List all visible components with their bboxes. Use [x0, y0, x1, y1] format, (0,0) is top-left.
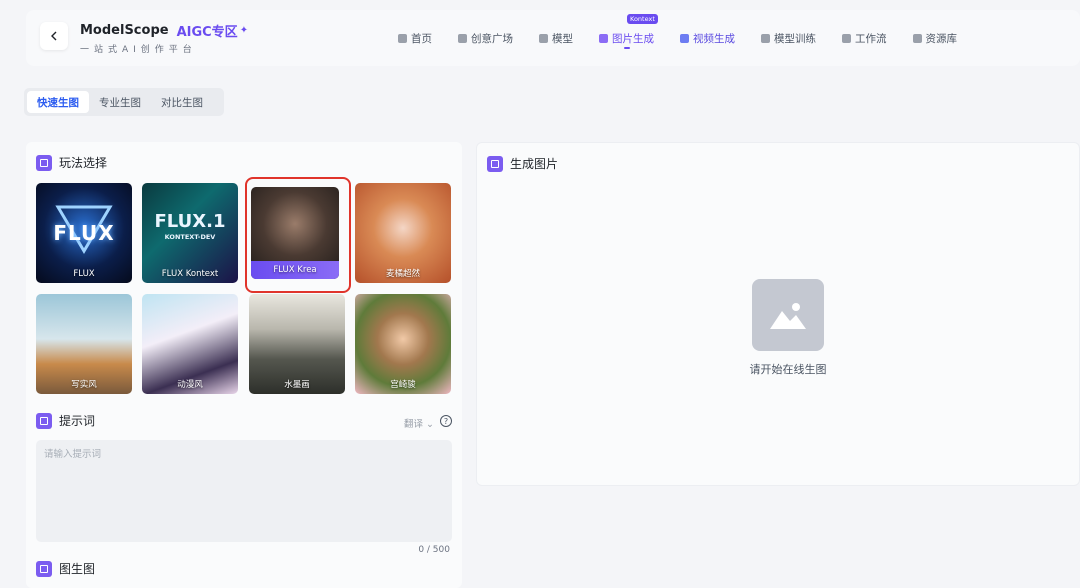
section-play-header: 玩法选择	[36, 154, 107, 171]
plaza-icon	[458, 33, 467, 43]
style-card-ink[interactable]: 水墨画	[249, 294, 345, 394]
cube-icon	[539, 33, 548, 43]
result-title: 生成图片	[510, 157, 559, 171]
brand-name: ModelScope	[80, 23, 169, 38]
nav-video-gen[interactable]: 视频生成	[680, 31, 735, 46]
section-prompt-header: 提示词	[36, 412, 95, 429]
style-card-anime[interactable]: 动漫风	[142, 294, 238, 394]
mode-tabs: 快速生图 专业生图 对比生图	[24, 88, 224, 116]
nav-image-gen[interactable]: Kontext 图片生成	[599, 13, 658, 49]
empty-state-text: 请开始在线生图	[749, 363, 827, 376]
top-header: ModelScope AIGC专区 ✦ 一站式AI创作平台 首页 创意广场 模型…	[26, 10, 1080, 66]
prompt-icon	[36, 412, 52, 429]
nav-plaza[interactable]: 创意广场	[458, 31, 513, 46]
section-play-title: 玩法选择	[59, 156, 108, 170]
home-icon	[398, 33, 407, 43]
tab-quick-gen[interactable]: 快速生图	[27, 91, 89, 113]
translate-dropdown[interactable]: 翻译 ⌄	[404, 416, 434, 430]
chevron-down-icon: ⌄	[426, 419, 434, 430]
card-label: 宫崎骏	[390, 380, 416, 390]
style-card-realistic[interactable]: 写实风	[36, 294, 132, 394]
card-label: FLUX Kontext	[161, 269, 219, 279]
tab-compare-gen[interactable]: 对比生图	[151, 91, 213, 113]
result-panel: 生成图片 请开始在线生图	[476, 142, 1080, 486]
training-icon	[761, 33, 770, 43]
video-gen-icon	[680, 33, 689, 43]
style-card-flux[interactable]: FLUX FLUX	[36, 183, 132, 283]
card-label: 写实风	[71, 380, 97, 390]
flux1-art-sub: KONTEXT-DEV	[164, 233, 216, 241]
help-icon[interactable]: ?	[440, 415, 452, 427]
kontext-badge: Kontext	[627, 13, 658, 24]
image-upload-icon	[36, 560, 52, 577]
prompt-input[interactable]	[36, 440, 452, 542]
workflow-icon	[842, 33, 851, 43]
image-icon	[487, 155, 503, 172]
image-gen-icon	[599, 33, 608, 43]
brand[interactable]: ModelScope AIGC专区 ✦ 一站式AI创作平台	[80, 21, 248, 55]
active-underline	[623, 46, 630, 49]
section-img2img-header: 图生图	[36, 560, 95, 577]
style-card-flux-krea[interactable]: FLUX Krea	[251, 187, 339, 279]
card-label: FLUX Krea	[273, 265, 317, 275]
nav-training[interactable]: 模型训练	[761, 31, 816, 46]
char-counter: 0 / 500	[418, 545, 450, 555]
flux-art-text: FLUX	[53, 221, 115, 245]
nav-library[interactable]: 资源库	[912, 31, 957, 46]
style-card-ghibli[interactable]: 宫崎骏	[355, 294, 451, 394]
empty-image-icon	[752, 279, 824, 351]
flux1-art-text: FLUX.1	[154, 211, 226, 232]
sparkle-icon: ✦	[239, 25, 249, 36]
nav-workflow[interactable]: 工作流	[842, 31, 887, 46]
card-label: 水墨画	[284, 380, 310, 390]
section-prompt-title: 提示词	[59, 414, 96, 428]
style-card-majic[interactable]: 麦橘超然	[355, 183, 451, 283]
card-label: 麦橘超然	[385, 269, 420, 279]
grid-icon	[36, 154, 52, 171]
result-header: 生成图片	[487, 155, 558, 172]
brand-subtitle: 一站式AI创作平台	[80, 45, 197, 55]
left-panel: 玩法选择 FLUX FLUX FLUX.1 KONTEXT-DEV FLUX K…	[26, 142, 462, 588]
style-card-flux-kontext[interactable]: FLUX.1 KONTEXT-DEV FLUX Kontext	[142, 183, 238, 283]
card-label: FLUX	[73, 269, 95, 279]
chevron-left-icon	[51, 31, 57, 41]
library-icon	[912, 33, 922, 43]
section-img2img-title: 图生图	[59, 562, 96, 576]
back-button[interactable]	[40, 22, 68, 50]
card-label: 动漫风	[177, 380, 203, 390]
tab-pro-gen[interactable]: 专业生图	[89, 91, 151, 113]
nav-home[interactable]: 首页	[398, 31, 432, 46]
nav-models[interactable]: 模型	[539, 31, 573, 46]
main-nav: 首页 创意广场 模型 Kontext 图片生成 视频生成 模型训练 工作流 资源…	[398, 10, 983, 66]
brand-tag: AIGC专区	[176, 25, 238, 40]
